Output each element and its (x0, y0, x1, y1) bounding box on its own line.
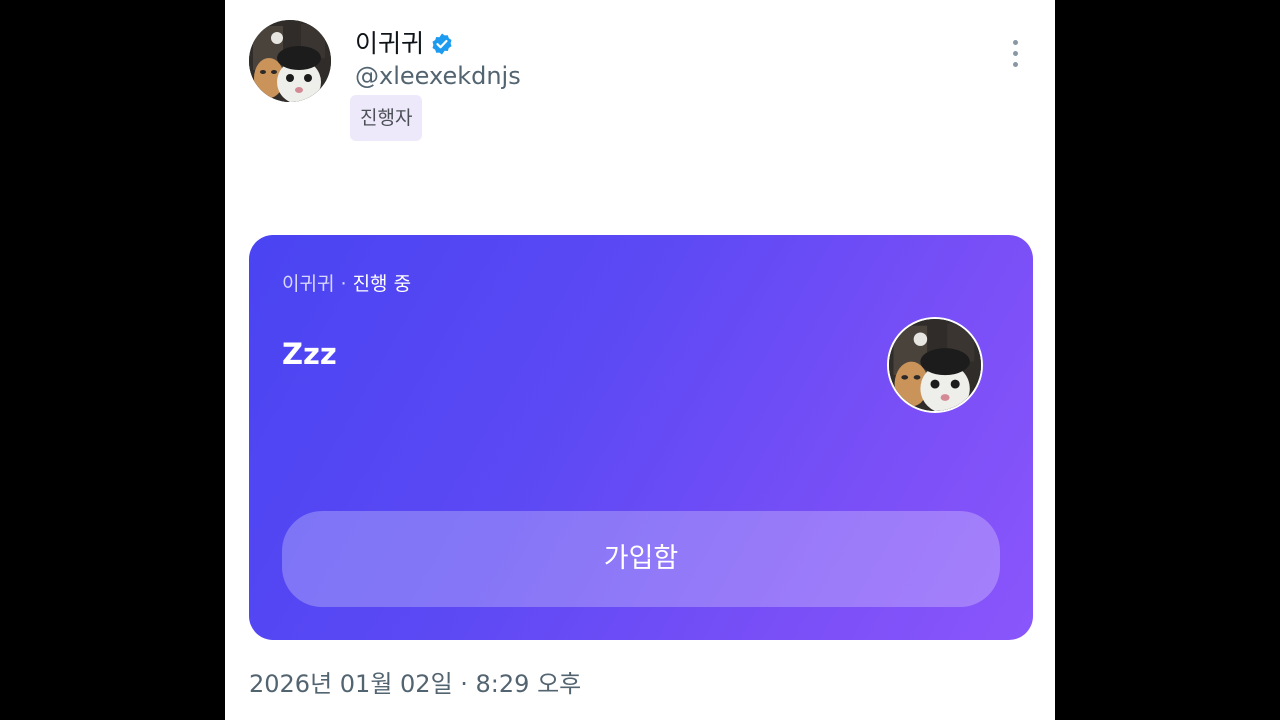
verified-badge-icon (430, 32, 454, 56)
author-display-name[interactable]: 이귀귀 (355, 28, 454, 60)
space-title: Zzz (282, 337, 337, 371)
join-space-button[interactable]: 가입함 (282, 511, 1000, 607)
space-host-name: 이귀귀 (282, 273, 335, 295)
space-card[interactable]: 이귀귀 · 진행 중 Zzz 가입함 (249, 235, 1033, 640)
post-timestamp[interactable]: 2026년 01월 02일 · 8:29 오후 (249, 668, 581, 700)
space-meta: 이귀귀 · 진행 중 (282, 271, 411, 297)
more-options-icon[interactable] (1005, 38, 1025, 70)
post-frame: 이귀귀 @xleexekdnjs 진행자 이귀귀 · 진행 중 Zzz 가입함 … (225, 0, 1055, 720)
host-role-badge: 진행자 (350, 95, 423, 141)
author-name-text: 이귀귀 (355, 29, 425, 58)
author-handle[interactable]: @xleexekdnjs (355, 60, 521, 92)
space-status: 진행 중 (352, 273, 412, 295)
space-host-avatar (887, 317, 983, 413)
author-avatar[interactable] (249, 20, 331, 102)
meta-separator: · (334, 273, 353, 295)
